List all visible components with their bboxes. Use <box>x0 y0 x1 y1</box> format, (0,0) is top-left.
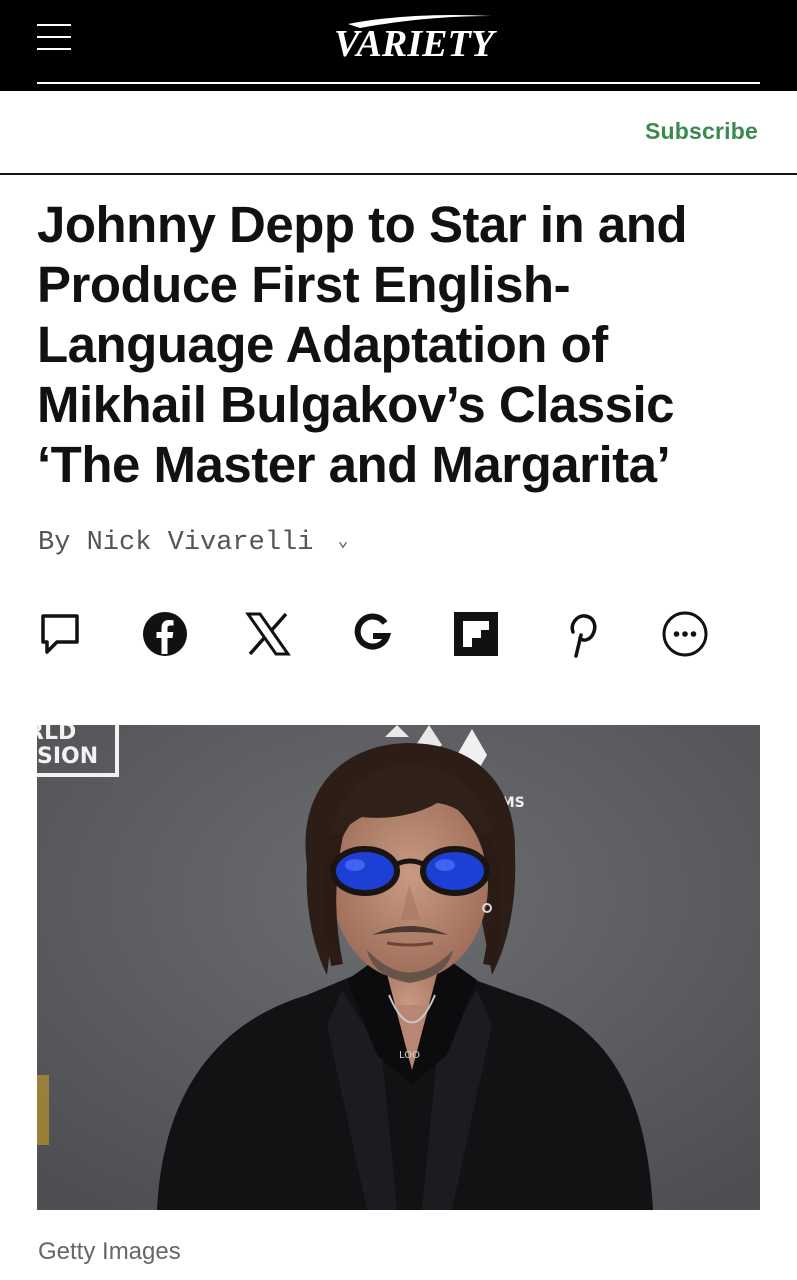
subscribe-bar: Subscribe <box>0 91 797 175</box>
sunglasses-lens-right <box>420 846 490 896</box>
hamburger-menu-button[interactable] <box>37 22 71 52</box>
comment-icon[interactable] <box>37 610 85 658</box>
site-header: VARIETY <box>0 0 797 91</box>
photo-credit: Getty Images <box>38 1238 181 1265</box>
backdrop-text: RLD <box>37 725 76 745</box>
menu-line <box>37 24 71 26</box>
flipboard-icon[interactable] <box>452 610 500 658</box>
chevron-down-icon: ⌄ <box>337 532 349 552</box>
menu-line <box>37 48 71 50</box>
hair-strand <box>324 833 343 967</box>
subscribe-link[interactable]: Subscribe <box>645 118 758 145</box>
backdrop-text: SION <box>37 744 98 769</box>
sunglasses-lens-left <box>330 846 400 896</box>
header-divider <box>37 82 760 84</box>
author-name: Nick Vivarelli <box>86 528 314 558</box>
share-toolbar <box>37 610 717 660</box>
portrait-illustration: RLD SION FILMS LOO <box>37 725 760 1210</box>
byline[interactable]: By Nick Vivarelli ⌄ <box>38 528 349 558</box>
pinterest-icon[interactable] <box>557 610 605 658</box>
lens-highlight <box>345 859 365 871</box>
x-icon[interactable] <box>244 610 292 658</box>
logo-text: VARIETY <box>334 23 498 64</box>
lens-highlight <box>435 859 455 871</box>
article-photo[interactable]: RLD SION FILMS LOO <box>37 725 760 1210</box>
backdrop-gold-marks <box>37 1075 49 1145</box>
facebook-icon[interactable] <box>141 610 189 658</box>
pendant-text: LOO <box>399 1050 420 1061</box>
variety-logo[interactable]: VARIETY <box>330 10 500 64</box>
more-icon[interactable] <box>661 610 709 658</box>
byline-prefix: By <box>38 528 71 558</box>
article-headline: Johnny Depp to Star in and Produce First… <box>37 196 688 493</box>
google-icon[interactable] <box>348 610 396 658</box>
menu-line <box>37 36 71 38</box>
